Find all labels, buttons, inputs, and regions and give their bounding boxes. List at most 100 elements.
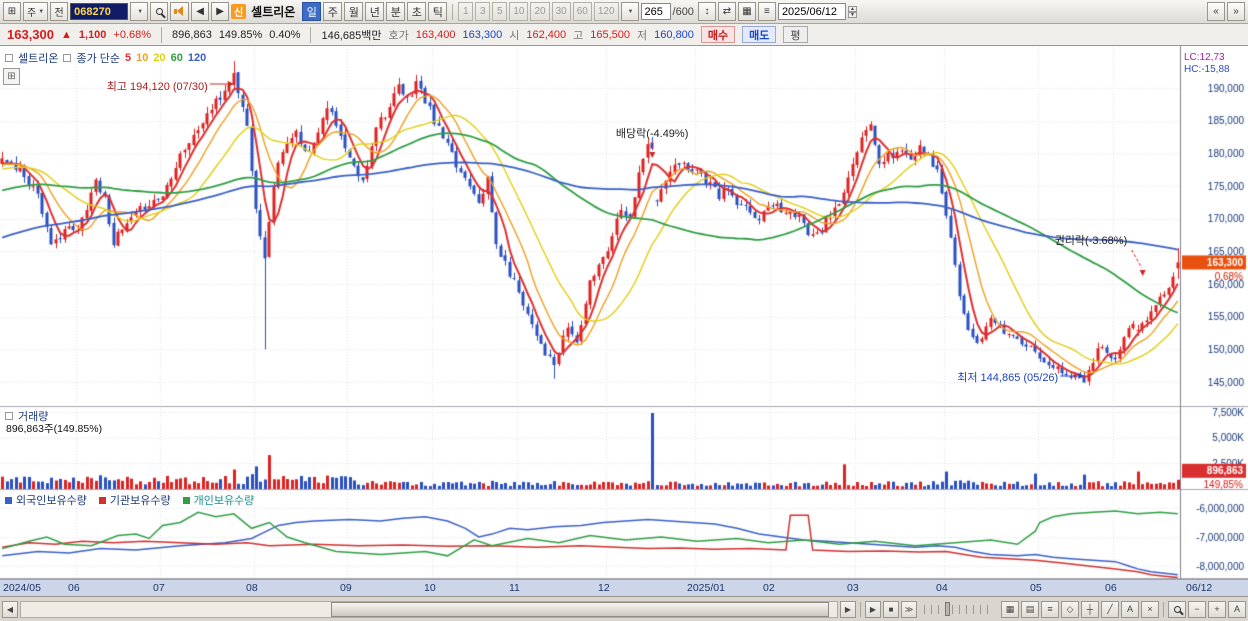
- scrollbar-thumb[interactable]: [331, 601, 829, 617]
- legend-individual-holdings[interactable]: 개인보유수량: [182, 492, 254, 508]
- scroll-left-button[interactable]: ◀: [2, 600, 18, 618]
- zoom-search-button[interactable]: [1168, 600, 1186, 618]
- ma-series-checkbox[interactable]: [63, 54, 72, 62]
- interval-3-button[interactable]: 3: [475, 2, 491, 21]
- chart-menu-button[interactable]: ⊞: [3, 2, 21, 21]
- period-day-button[interactable]: 일: [302, 2, 322, 21]
- search-icon: [155, 8, 163, 15]
- volume-series-checkbox[interactable]: [5, 412, 13, 420]
- stock-name: 셀트리온: [251, 5, 296, 19]
- period-week-button[interactable]: 주: [323, 2, 343, 21]
- avg-button[interactable]: 평: [783, 26, 808, 43]
- indicator-combo[interactable]: ▼: [620, 2, 639, 21]
- scale-tool-button[interactable]: ↕: [697, 2, 716, 21]
- ma5-label: 5: [125, 52, 132, 64]
- change-arrow-icon: ▲: [61, 28, 72, 41]
- interval-120-button[interactable]: 120: [593, 2, 619, 21]
- divider: [1163, 601, 1164, 617]
- chart-style-button[interactable]: ▦: [1001, 600, 1019, 618]
- fast-forward-button[interactable]: ≫: [901, 600, 917, 618]
- annotation-high: 최고 194,120 (07/30): [106, 81, 208, 93]
- indicator-list-button[interactable]: ≡: [1041, 600, 1059, 618]
- trendline-tool-button[interactable]: ╱: [1101, 600, 1119, 618]
- x-axis-label: 08: [246, 582, 258, 594]
- scroll-right-button[interactable]: ▶: [840, 600, 856, 618]
- stock-search-button[interactable]: [150, 2, 169, 21]
- interval-5-button[interactable]: 5: [492, 2, 508, 21]
- play-button[interactable]: ▶: [865, 600, 881, 618]
- annotation-ex-dividend: 배당락(-4.49%): [615, 128, 689, 140]
- period-year-button[interactable]: 년: [365, 2, 385, 21]
- asset-type-combo[interactable]: 주 ▼: [23, 2, 49, 21]
- top-toolbar: ⊞ 주▼ 전 ▼ ◀ ▶ 신 셀트리온 일 주 월 년 분 초 틱 1 3 5 …: [0, 0, 1248, 24]
- history-forward-button[interactable]: ▶: [211, 2, 230, 21]
- settings-button[interactable]: ≡: [757, 2, 776, 21]
- speed-slider-thumb[interactable]: [945, 601, 950, 616]
- interval-10-button[interactable]: 10: [509, 2, 529, 21]
- new-stock-badge: 신: [231, 4, 247, 19]
- layout-tool-button[interactable]: ▦: [737, 2, 756, 21]
- period-second-button[interactable]: 초: [407, 2, 427, 21]
- crosshair-tool-button[interactable]: ┼: [1081, 600, 1099, 618]
- period-month-button[interactable]: 월: [344, 2, 364, 21]
- chevron-down-icon: ▼: [137, 8, 144, 15]
- history-back-button[interactable]: ◀: [191, 2, 210, 21]
- period-tick-button[interactable]: 틱: [428, 2, 448, 21]
- chart-date-input[interactable]: [777, 3, 846, 20]
- volume-detail: 896,863주(149.85%): [6, 423, 103, 435]
- multi-chart-button[interactable]: ▤: [1021, 600, 1039, 618]
- bottom-toolbar: ◀ ▶ ▶ ■ ≫ ▦ ▤ ≡ ◇ ┼ ╱ A × − + A: [0, 596, 1248, 621]
- sell-button[interactable]: 매도: [742, 26, 777, 43]
- x-axis-label: 04: [936, 582, 948, 594]
- volume-ratio: 149.85%: [218, 28, 263, 41]
- dock-right-button[interactable]: »: [1227, 2, 1245, 21]
- bar-count-input[interactable]: [640, 3, 671, 20]
- interval-30-button[interactable]: 30: [551, 2, 571, 21]
- legend-institution-holdings[interactable]: 기관보유수량: [98, 492, 171, 508]
- x-axis-label: 07: [153, 582, 165, 594]
- foreign-holdings-label: 외국인보유수량: [16, 495, 87, 507]
- chevron-down-icon: ▼: [627, 8, 634, 15]
- auto-scale-button[interactable]: A: [1228, 600, 1246, 618]
- bar-total-label: /600: [672, 5, 694, 18]
- stock-code-input[interactable]: [70, 3, 129, 20]
- text-tool-button[interactable]: A: [1121, 600, 1139, 618]
- low-label: 저: [637, 29, 648, 42]
- ask-price: 163,400: [415, 28, 456, 41]
- sound-button[interactable]: [170, 2, 190, 21]
- chart-tool-chip[interactable]: ⊞: [3, 68, 20, 85]
- x-axis-strip: 06/12 2024/05 06 07 08 09 10 11 12 2025/01 02 03 04…: [0, 579, 1248, 596]
- code-dropdown-button[interactable]: ▼: [130, 2, 149, 21]
- x-axis-label: 06: [1105, 582, 1117, 594]
- period-minute-button[interactable]: 분: [386, 2, 406, 21]
- stop-button[interactable]: ■: [883, 600, 899, 618]
- chart-scrollbar[interactable]: [20, 600, 838, 618]
- interval-1-button[interactable]: 1: [458, 2, 474, 21]
- stock-series-checkbox[interactable]: [5, 54, 13, 62]
- interval-20-button[interactable]: 20: [530, 2, 550, 21]
- erase-tool-button[interactable]: ×: [1141, 600, 1159, 618]
- dock-left-button[interactable]: «: [1207, 2, 1225, 21]
- interval-60-button[interactable]: 60: [572, 2, 592, 21]
- low-price: 160,800: [654, 28, 694, 41]
- prev-stock-button[interactable]: 전: [50, 2, 69, 21]
- individual-line-swatch: [182, 496, 190, 504]
- spin-down-icon[interactable]: ▼: [847, 11, 857, 18]
- zoom-out-button[interactable]: −: [1188, 600, 1206, 618]
- buy-button[interactable]: 매수: [700, 26, 736, 43]
- x-axis-label: 11: [509, 582, 520, 594]
- divider: [161, 26, 163, 43]
- bid-price: 163,300: [462, 28, 503, 41]
- change-percent: +0.68%: [113, 28, 152, 41]
- legend-foreign-holdings[interactable]: 외국인보유수량: [5, 492, 87, 508]
- compare-tool-button[interactable]: ⇄: [717, 2, 736, 21]
- zoom-in-button[interactable]: +: [1208, 600, 1226, 618]
- x-axis-label: 02: [763, 582, 775, 594]
- date-spinner[interactable]: ▲ ▼: [847, 5, 857, 18]
- speaker-icon: [174, 6, 185, 17]
- x-axis-label: 10: [424, 582, 436, 594]
- speed-slider[interactable]: [924, 601, 994, 616]
- x-axis-label: 2025/01: [687, 582, 725, 594]
- shape-tool-button[interactable]: ◇: [1061, 600, 1079, 618]
- ma120-label: 120: [187, 52, 207, 64]
